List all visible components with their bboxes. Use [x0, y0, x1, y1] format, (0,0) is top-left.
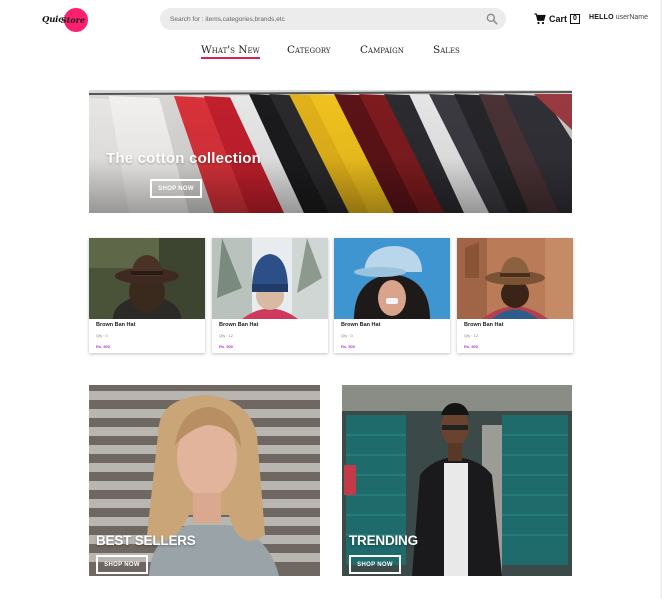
cart-button[interactable]: Cart 0: [534, 12, 580, 26]
cart-icon: [534, 13, 546, 25]
top-header: Quick Store Cart 0 HELLOuserName: [0, 0, 662, 40]
product-price: Rs. 500: [341, 344, 356, 349]
promo-title: TRENDING: [349, 533, 418, 548]
logo-badge: Store: [60, 8, 88, 32]
promo-trending[interactable]: TRENDING SHOP NOW: [342, 385, 572, 576]
product-qty: Qty : 0: [341, 333, 353, 338]
product-qty: Qty : 12: [219, 333, 234, 338]
best-sellers-shop-now-button[interactable]: SHOP NOW: [96, 555, 148, 574]
cart-count-badge: 0: [570, 14, 580, 24]
hero-shop-now-button[interactable]: SHOP NOW: [150, 179, 202, 198]
main-nav: What's New Category Campaign Sales: [0, 44, 662, 64]
store-logo[interactable]: Quick Store: [42, 8, 88, 32]
greeting-hello: HELLO: [589, 14, 614, 21]
promo-title: BEST SELLERS: [96, 533, 196, 548]
nav-campaign[interactable]: Campaign: [360, 44, 404, 56]
hero-banner[interactable]: The cotton collection SHOP NOW: [89, 90, 572, 213]
cart-label: Cart: [549, 14, 568, 24]
product-image-brown-hat: [89, 238, 205, 319]
product-name: Brown Ban Hat: [341, 322, 381, 328]
nav-category[interactable]: Category: [287, 44, 331, 56]
search-bar: [160, 8, 506, 30]
product-image-tan-hat: [457, 238, 573, 319]
search-input[interactable]: [160, 8, 480, 30]
product-image-blue-cap: [334, 238, 450, 319]
logo-word-store: Store: [60, 15, 85, 25]
hero-title: The cotton collection: [106, 150, 262, 167]
product-qty: Qty : 0: [96, 333, 108, 338]
product-name: Brown Ban Hat: [464, 322, 504, 328]
user-greeting[interactable]: HELLO userName: [589, 14, 648, 21]
product-card[interactable]: Brown Ban Hat Qty : 12 Rs. 500: [457, 238, 573, 353]
user-name: userName: [615, 14, 649, 21]
product-price: Rs. 500: [464, 344, 479, 349]
product-qty: Qty : 12: [464, 333, 479, 338]
product-price: Rs. 500: [96, 344, 111, 349]
search-icon[interactable]: [485, 12, 499, 26]
product-name: Brown Ban Hat: [96, 322, 136, 328]
product-name: Brown Ban Hat: [219, 322, 259, 328]
product-price: Rs. 500: [219, 344, 234, 349]
product-card[interactable]: Brown Ban Hat Qty : 0 Rs. 500: [89, 238, 205, 353]
product-card[interactable]: Brown Ban Hat Qty : 12 Rs. 500: [212, 238, 328, 353]
product-card[interactable]: Brown Ban Hat Qty : 0 Rs. 500: [334, 238, 450, 353]
nav-whats-new[interactable]: What's New: [201, 44, 260, 59]
promo-best-sellers[interactable]: BEST SELLERS SHOP NOW: [89, 385, 320, 576]
nav-sales[interactable]: Sales: [433, 44, 460, 56]
product-image-blue-beanie: [212, 238, 328, 319]
trending-shop-now-button[interactable]: SHOP NOW: [349, 555, 401, 574]
